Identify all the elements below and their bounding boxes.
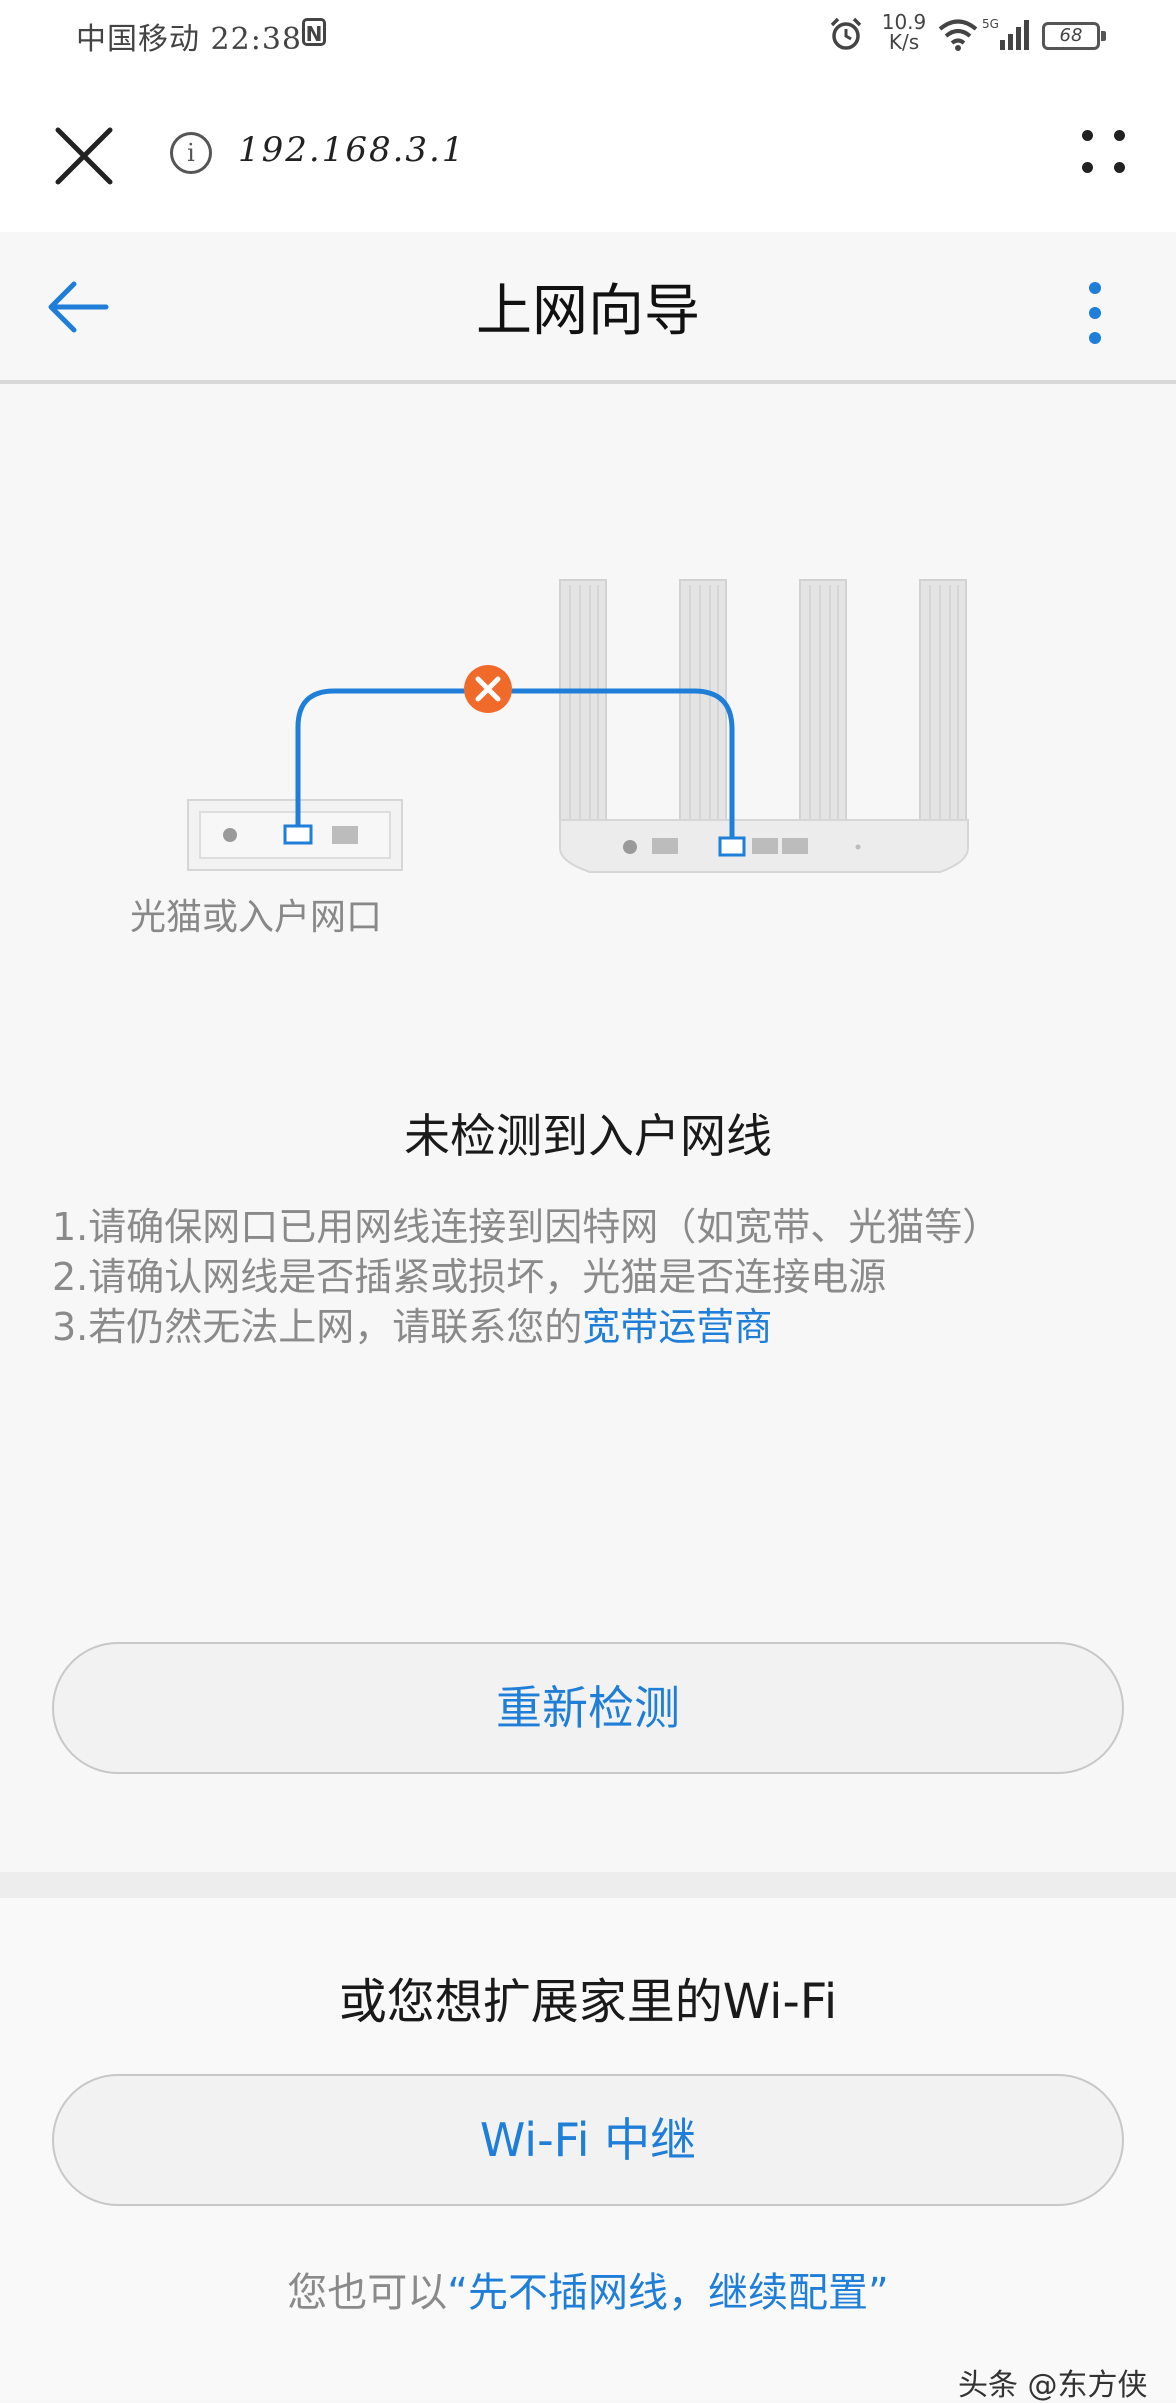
router-antennas bbox=[559, 579, 967, 831]
url-text[interactable]: 192.168.3.1 bbox=[238, 130, 465, 170]
menu-dots-icon[interactable] bbox=[1080, 128, 1130, 180]
tip-1: 1.请确保网口已用网线连接到因特网（如宽带、光猫等） bbox=[52, 1205, 1001, 1249]
carrier-time: 中国移动 22:38 bbox=[76, 22, 302, 57]
menu-dot bbox=[1082, 130, 1093, 141]
net-speed-unit: K/s bbox=[888, 30, 920, 54]
isp-link[interactable]: 宽带运营商 bbox=[582, 1305, 772, 1349]
wifi-icon bbox=[938, 19, 978, 51]
net-speed-value: 10.9 bbox=[881, 10, 927, 34]
close-icon[interactable] bbox=[52, 124, 116, 188]
watermark: 头条 @东方侠 bbox=[958, 2368, 1148, 2403]
battery-icon: 68 bbox=[1042, 22, 1106, 50]
alarm-icon bbox=[830, 17, 862, 50]
tip-2: 2.请确认网线是否插紧或损坏，光猫是否连接电源 bbox=[52, 1255, 887, 1299]
more-dot bbox=[1089, 307, 1101, 319]
tip-3-text: 3.若仍然无法上网，请联系您的 bbox=[52, 1305, 583, 1349]
signal-type-label: 5G bbox=[982, 17, 999, 31]
page-title: 上网向导 bbox=[476, 279, 700, 344]
signal-icon: 5G bbox=[982, 17, 1029, 50]
error-x-icon bbox=[464, 665, 512, 713]
redetect-button[interactable]: 重新检测 bbox=[52, 1642, 1124, 1774]
section-divider bbox=[0, 1872, 1176, 1898]
info-icon[interactable]: i bbox=[170, 132, 212, 174]
more-dot bbox=[1089, 282, 1101, 294]
menu-dot bbox=[1114, 162, 1125, 173]
net-speed: 10.9 K/s bbox=[876, 12, 932, 52]
extend-wifi-title: 或您想扩展家里的Wi-Fi bbox=[338, 1974, 838, 2030]
tip-3: 3.若仍然无法上网，请联系您的宽带运营商 bbox=[52, 1296, 772, 1351]
more-vertical-icon[interactable] bbox=[1080, 280, 1110, 346]
error-title: 未检测到入户网线 bbox=[404, 1109, 772, 1163]
wifi-repeater-button[interactable]: Wi-Fi 中继 bbox=[52, 2074, 1124, 2206]
more-dot bbox=[1089, 332, 1101, 344]
skip-cable-link[interactable]: “先不插网线，继续配置” bbox=[447, 2270, 888, 2316]
skip-option: 您也可以“先不插网线，继续配置” bbox=[0, 2260, 1176, 2318]
skip-prefix: 您也可以 bbox=[287, 2270, 448, 2316]
modem-label: 光猫或入户网口 bbox=[130, 897, 383, 938]
menu-dot bbox=[1082, 162, 1093, 173]
nfc-icon: N bbox=[302, 18, 326, 46]
menu-dot bbox=[1114, 130, 1125, 141]
connection-illustration bbox=[187, 579, 969, 873]
